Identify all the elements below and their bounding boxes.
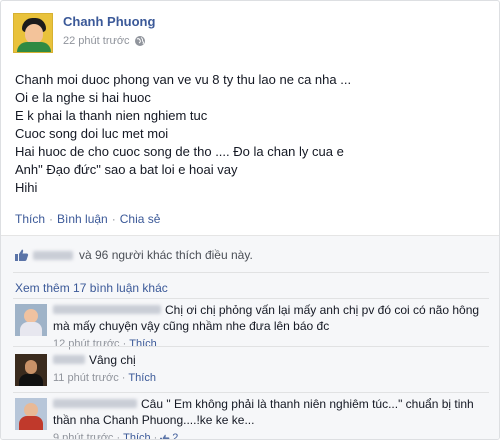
like-count-value: 2 xyxy=(172,432,179,440)
view-more-comments[interactable]: Xem thêm 17 bình luận khác xyxy=(15,281,168,295)
liker-name[interactable] xyxy=(33,250,73,260)
commenter-avatar[interactable] xyxy=(15,304,47,336)
commenter-name[interactable] xyxy=(53,305,161,314)
feedback-area: và 96 người khác thích điều này. Xem thê… xyxy=(1,235,499,440)
post-line: Oi e la nghe si hai huoc xyxy=(15,90,151,105)
author-avatar[interactable] xyxy=(13,13,53,53)
comment-timestamp[interactable]: 11 phút trước xyxy=(53,370,119,386)
comment-timestamp[interactable]: 9 phút trước xyxy=(53,430,113,439)
post-line: E k phai la thanh nien nghiem tuc xyxy=(15,108,208,123)
share-link[interactable]: Chia sẻ xyxy=(120,212,161,226)
thumbs-up-icon xyxy=(15,249,29,261)
post-card: Chanh Phuong 22 phút trước Chanh moi duo… xyxy=(0,0,500,440)
post-line: Chanh moi duoc phong van ve vu 8 ty thu … xyxy=(15,72,352,87)
commenter-avatar[interactable] xyxy=(15,398,47,430)
thumbs-up-icon xyxy=(160,434,170,439)
post-line: Anh" Đạo đức" sao a bat loi e hoai vay xyxy=(15,162,238,177)
like-link[interactable]: Thích xyxy=(15,212,45,226)
post-line: Hihi xyxy=(15,180,38,195)
post-line: Cuoc song doi luc met moi xyxy=(15,126,169,141)
comment-timestamp[interactable]: 12 phút trước xyxy=(53,336,120,352)
comment-like-count[interactable]: 2 xyxy=(160,430,179,440)
likes-text[interactable]: và 96 người khác thích điều này. xyxy=(79,248,253,262)
comment-like-link[interactable]: Thích xyxy=(128,370,156,386)
post-meta: 22 phút trước xyxy=(63,35,146,47)
post-actions: Thích · Bình luận · Chia sẻ xyxy=(15,212,161,226)
post-line: Hai huoc de cho cuoc song de tho .... Đo… xyxy=(15,144,344,159)
commenter-name[interactable] xyxy=(53,355,85,364)
comment-text: Vâng chị xyxy=(89,353,136,367)
globe-icon[interactable] xyxy=(134,35,146,47)
post-timestamp[interactable]: 22 phút trước xyxy=(63,35,130,47)
post-body: Chanh moi duoc phong van ve vu 8 ty thu … xyxy=(15,71,485,197)
likes-summary: và 96 người khác thích điều này. xyxy=(15,248,253,262)
post-header: Chanh Phuong 22 phút trước xyxy=(13,13,489,53)
commenter-name[interactable] xyxy=(53,399,137,408)
commenter-avatar[interactable] xyxy=(15,354,47,386)
author-name[interactable]: Chanh Phuong xyxy=(63,14,155,29)
comment-like-link[interactable]: Thích xyxy=(123,430,151,439)
comment-link[interactable]: Bình luận xyxy=(57,212,108,226)
comment-like-link[interactable]: Thích xyxy=(129,336,157,352)
